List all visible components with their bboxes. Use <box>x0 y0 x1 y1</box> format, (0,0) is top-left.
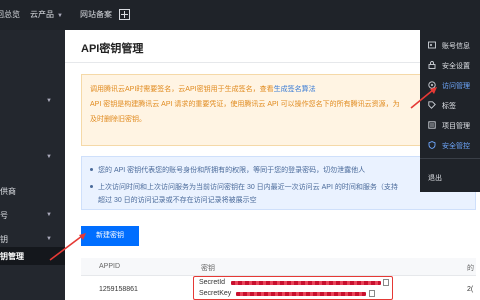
account-icon <box>428 41 436 49</box>
warning-line-1-text: 调用腾讯云API时需要签名，云API密钥用于生成签名，查看 <box>90 86 274 93</box>
chevron-down-icon: ▼ <box>57 13 63 19</box>
menu-item-label: 安全管控 <box>442 143 470 150</box>
info-line-3: 超过 30 日的访问记录或不存在访问记录将被展示空 <box>98 197 257 204</box>
keys-table: APPID 密钥 的 1259158861 SecretId SecretKey… <box>81 258 476 300</box>
main-content: API密钥管理 调用腾讯云API时需要签名，云API密钥用于生成签名，查看生成签… <box>65 30 480 300</box>
menu-item-label: 安全设置 <box>442 63 470 70</box>
secret-id-label: SecretId <box>199 279 226 286</box>
extra-value: 2( <box>467 286 474 293</box>
menu-item-label: 项目管理 <box>442 123 470 130</box>
chevron-down-icon: ▼ <box>46 154 52 160</box>
chevron-down-icon: ▼ <box>46 236 52 242</box>
project-icon <box>428 121 436 129</box>
secret-key-redacted <box>236 292 366 296</box>
column-header-key: 密钥 <box>201 265 215 272</box>
chevron-down-icon: ▼ <box>46 212 52 218</box>
access-icon <box>428 81 436 89</box>
menu-item-label: 退出 <box>428 175 442 182</box>
warning-line-2: API 密钥是构建腾讯云 API 请求的重要凭证，使用腾讯云 API 可以操作您… <box>90 101 400 108</box>
menu-item-security-control[interactable]: 安全管控 <box>420 136 480 154</box>
copy-icon[interactable] <box>383 279 389 286</box>
menu-item-access-management[interactable]: 访问管理 <box>420 76 480 94</box>
table-header: APPID 密钥 的 <box>81 258 476 276</box>
nav-products-label: 云产品 <box>30 10 54 19</box>
column-header-appid: APPID <box>99 263 121 270</box>
secret-id-redacted <box>231 281 381 285</box>
menu-item-label: 访问管理 <box>442 83 470 90</box>
column-header-extra: 的 <box>467 265 474 272</box>
secret-key-label: SecretKey <box>199 290 232 297</box>
bullet-icon <box>90 168 93 171</box>
new-key-button[interactable]: 新建密钥 <box>81 226 139 246</box>
shield-icon <box>428 141 436 149</box>
menu-item-label: 账号信息 <box>442 43 470 50</box>
menu-item-logout[interactable]: 退出 <box>420 168 480 186</box>
warning-line-1: 调用腾讯云API时需要签名，云API密钥用于生成签名，查看生成签名算法 <box>90 84 316 94</box>
sidebar-item-label: 钥管理 <box>0 252 24 261</box>
info-line-1: 您的 API 密钥代表您的账号身份和所拥有的权限，等同于您的登录密码，切勿泄露他… <box>98 167 366 174</box>
menu-item-tags[interactable]: 标签 <box>420 96 480 114</box>
tag-icon <box>428 101 436 109</box>
menu-item-account-info[interactable]: 账号信息 <box>420 36 480 54</box>
menu-item-security-settings[interactable]: 安全设置 <box>420 56 480 74</box>
security-icon <box>428 61 436 69</box>
sidebar-item-account[interactable]: 号 <box>0 210 8 221</box>
menu-item-label: 标签 <box>442 103 456 110</box>
bullet-icon <box>90 185 93 188</box>
copy-icon[interactable] <box>369 290 375 297</box>
signature-algorithm-link[interactable]: 生成签名算法 <box>274 86 316 93</box>
divider <box>420 158 480 159</box>
info-notice: 您的 API 密钥代表您的账号身份和所拥有的权限，等同于您的登录密码，切勿泄露他… <box>81 156 476 210</box>
nav-products-menu[interactable]: 云产品 ▼ <box>30 10 63 21</box>
warning-notice: 调用腾讯云API时需要签名，云API密钥用于生成签名，查看生成签名算法 API … <box>81 74 476 146</box>
divider <box>65 62 480 63</box>
top-nav-bar: 回总览 云产品▼ 网站备案 <box>0 0 480 30</box>
sidebar-item-provider[interactable]: 供商 <box>0 186 16 197</box>
sidebar-item-key-management[interactable]: 钥管理 <box>0 247 65 265</box>
appid-value: 1259158861 <box>99 286 138 293</box>
info-line-2: 上次访问时间和上次访问服务为当前访问密钥在 30 日内最近一次访问云 API 的… <box>98 184 398 191</box>
account-menu: 账号信息 安全设置 访问管理 标签 项目管理 安全管控 退出 <box>420 30 480 192</box>
nav-overview-link[interactable]: 回总览 <box>0 10 20 20</box>
sidebar: ▼ ▼ 供商 号 ▼ 钥 ▼ 钥管理 <box>0 30 65 300</box>
sidebar-item-keys[interactable]: 钥 <box>0 234 8 245</box>
menu-item-project-management[interactable]: 项目管理 <box>420 116 480 134</box>
chevron-down-icon: ▼ <box>46 98 52 104</box>
page-title: API密钥管理 <box>81 43 144 55</box>
grid-icon[interactable] <box>119 9 130 20</box>
nav-icp-link[interactable]: 网站备案 <box>80 10 112 20</box>
warning-line-3: 及时删除旧密钥。 <box>90 116 146 123</box>
